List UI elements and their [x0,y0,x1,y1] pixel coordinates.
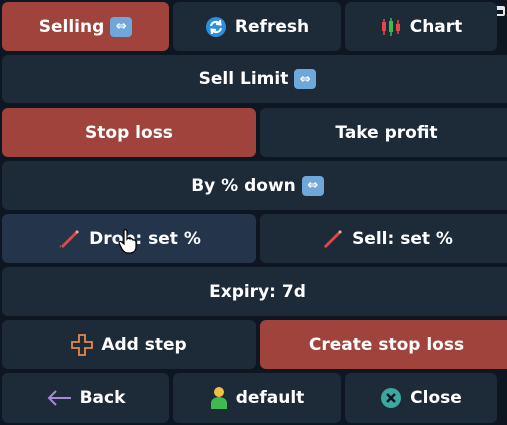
create-stop-loss-button[interactable]: Create stop loss [260,320,507,369]
sell-limit-button[interactable]: Sell Limit ⇔ [2,55,507,103]
add-step-label: Add step [101,334,187,355]
back-label: Back [79,388,126,408]
take-profit-tab[interactable]: Take profit [260,108,507,157]
stop-loss-tab[interactable]: Stop loss [2,108,256,157]
refresh-label: Refresh [234,16,310,37]
sell-limit-label: Sell Limit [198,69,289,89]
selling-label: Selling [38,16,105,37]
close-button[interactable]: Close [345,373,497,423]
sell-set-percent-label: Sell: set % [352,228,453,249]
left-right-arrow-icon: ⇔ [110,16,133,37]
refresh-button[interactable]: Refresh [173,2,341,51]
back-button[interactable]: Back [2,373,169,423]
profile-label: default [235,388,305,408]
chart-label: Chart [409,16,463,37]
add-step-button[interactable]: Add step [2,320,256,369]
selling-button[interactable]: Selling ⇔ [2,2,169,51]
pencil-icon [57,228,81,250]
by-percent-down-label: By % down [191,175,296,196]
take-profit-label: Take profit [335,122,438,143]
expiry-label: Expiry: 7d [209,281,306,302]
left-right-arrow-icon: ⇔ [301,175,324,196]
chart-button[interactable]: Chart [345,2,497,51]
hand-cursor-icon [118,228,138,258]
sell-set-percent-button[interactable]: Sell: set % [260,214,507,263]
pencil-icon [320,228,344,250]
left-arrow-icon [46,389,72,407]
close-label: Close [410,388,462,408]
left-right-arrow-icon: ⇔ [294,69,317,89]
stop-loss-label: Stop loss [85,122,173,143]
user-icon [210,386,228,410]
candlestick-chart-icon [380,16,402,38]
refresh-icon [205,16,227,38]
create-stop-loss-label: Create stop loss [308,334,465,355]
close-circle-icon [380,387,402,409]
profile-button[interactable]: default [173,373,341,423]
plus-icon [71,333,94,356]
by-percent-down-button[interactable]: By % down ⇔ [2,161,507,210]
drop-set-percent-label: Drop: set % [89,228,201,249]
expiry-button[interactable]: Expiry: 7d [2,267,507,316]
